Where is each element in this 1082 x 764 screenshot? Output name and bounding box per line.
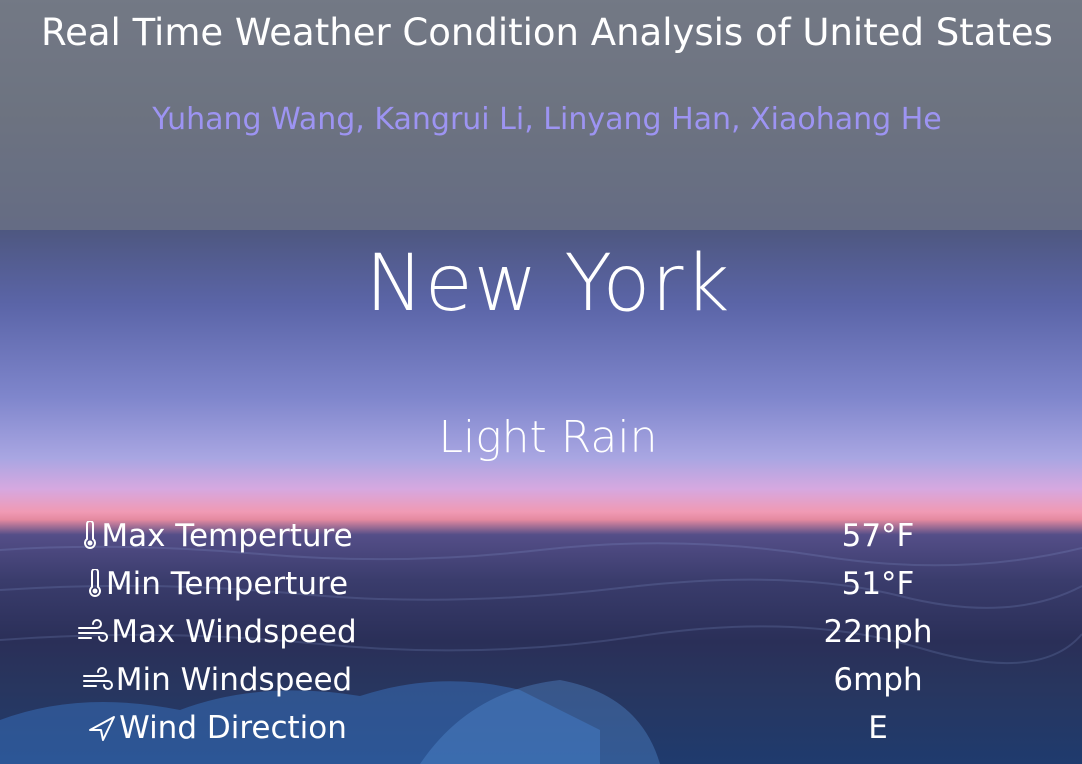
stat-label: Min Temperture	[105, 566, 349, 602]
stat-row-min-windspeed: Min Windspeed 6mph	[0, 656, 1082, 704]
navigation-arrow-icon	[87, 714, 117, 742]
stat-value: 22mph	[823, 614, 933, 650]
weather-condition: Light Rain	[438, 412, 658, 463]
wind-icon	[82, 667, 114, 693]
city-name: New York	[365, 239, 731, 329]
stat-label: Max Windspeed	[111, 614, 357, 650]
stat-row-wind-direction: Wind Direction E	[0, 704, 1082, 752]
thermometer-icon	[81, 521, 99, 551]
stat-value: 51°F	[841, 566, 915, 602]
authors-line: Yuhang Wang, Kangrui Li, Linyang Han, Xi…	[152, 102, 942, 137]
stat-label: Max Temperture	[101, 518, 353, 554]
thermometer-icon	[86, 569, 104, 599]
wind-icon	[77, 619, 109, 645]
stat-value: 57°F	[841, 518, 915, 554]
stat-row-max-windspeed: Max Windspeed 22mph	[0, 608, 1082, 656]
stat-label: Min Windspeed	[115, 662, 353, 698]
stat-row-min-temperature: Min Temperture 51°F	[0, 560, 1082, 608]
weather-stats: Max Temperture 57°F Min Temperture 51°F …	[0, 512, 1082, 752]
header-banner: Real Time Weather Condition Analysis of …	[0, 0, 1082, 230]
page-title: Real Time Weather Condition Analysis of …	[41, 11, 1053, 54]
stat-value: E	[868, 710, 888, 746]
stat-row-max-temperature: Max Temperture 57°F	[0, 512, 1082, 560]
stat-label: Wind Direction	[119, 710, 347, 746]
stat-value: 6mph	[833, 662, 923, 698]
